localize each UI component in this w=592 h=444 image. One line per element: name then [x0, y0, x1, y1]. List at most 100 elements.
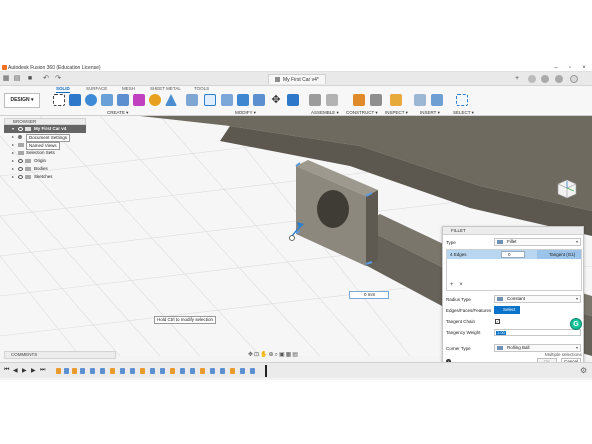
timeline-feature[interactable] — [120, 368, 125, 374]
play-icon[interactable]: ▶ — [22, 367, 27, 374]
browser-item-sketches[interactable]: ▸ Sketches — [4, 173, 86, 181]
tab-tools[interactable]: TOOLS — [194, 86, 209, 92]
form-icon[interactable] — [133, 94, 145, 106]
timeline-feature[interactable] — [230, 368, 235, 374]
tangency-weight-input[interactable]: 1.00 — [494, 329, 581, 336]
expand-icon[interactable]: ▸ — [12, 143, 16, 147]
user-avatar-icon[interactable] — [570, 75, 578, 83]
select-icon[interactable] — [456, 94, 468, 106]
browser-item-selection-sets[interactable]: ▸ Selection Sets — [4, 149, 86, 157]
continuity-dropdown[interactable]: Tangent (G1) — [537, 250, 581, 259]
measure-icon[interactable] — [390, 94, 402, 106]
timeline-feature[interactable] — [210, 368, 215, 374]
fillet-icon[interactable] — [204, 94, 216, 106]
new-component-icon[interactable] — [309, 94, 321, 106]
workspace-switcher[interactable]: DESIGN ▾ — [4, 93, 40, 108]
step-back-icon[interactable]: ◀ — [13, 367, 18, 374]
display-settings-icon[interactable]: ▣ — [279, 352, 286, 358]
timeline-feature[interactable] — [170, 368, 175, 374]
visibility-icon[interactable] — [18, 159, 23, 163]
align-icon[interactable] — [287, 94, 299, 106]
timeline-feature[interactable] — [180, 368, 185, 374]
viewports-icon[interactable]: ▤ — [292, 352, 299, 358]
notifications-icon[interactable] — [541, 75, 549, 83]
edge-radius-input[interactable]: 0 — [501, 251, 525, 258]
tab-sheet-metal[interactable]: SHEET METAL — [150, 86, 181, 92]
expand-icon[interactable]: ▸ — [12, 151, 16, 155]
close-icon[interactable]: × — [578, 64, 590, 72]
visibility-icon[interactable] — [18, 175, 23, 179]
browser-item-origin[interactable]: ▸ Origin — [4, 157, 86, 165]
radius-type-dropdown[interactable]: Constant ▾ — [494, 295, 581, 303]
fast-forward-icon[interactable]: ⏭ — [40, 367, 45, 374]
remove-icon[interactable]: × — [459, 282, 463, 288]
timeline-feature[interactable] — [140, 368, 145, 374]
joint-icon[interactable] — [326, 94, 338, 106]
visibility-icon[interactable] — [18, 167, 23, 171]
help-icon[interactable] — [555, 75, 563, 83]
timeline-feature[interactable] — [110, 368, 115, 374]
document-tab[interactable]: My First Car v4* — [268, 74, 326, 84]
timeline-feature[interactable] — [150, 368, 155, 374]
timeline-feature[interactable] — [90, 368, 95, 374]
expand-icon[interactable]: ▸ — [12, 135, 16, 139]
rewind-icon[interactable]: ⏮ — [4, 367, 9, 374]
undo-icon[interactable]: ↶ — [42, 75, 50, 83]
browser-item-bodies[interactable]: ▸ Bodies — [4, 165, 86, 173]
timeline-feature[interactable] — [130, 368, 135, 374]
grid-icon[interactable]: ▦ — [2, 75, 10, 83]
expand-icon[interactable]: ▸ — [12, 175, 16, 179]
select-edges-button[interactable]: Select — [494, 306, 520, 314]
axis-icon[interactable] — [370, 94, 382, 106]
scale-icon[interactable] — [253, 94, 265, 106]
press-pull-icon[interactable] — [186, 94, 198, 106]
timeline-feature[interactable] — [80, 368, 85, 374]
timeline-feature[interactable] — [160, 368, 165, 374]
timeline-feature[interactable] — [100, 368, 105, 374]
timeline-feature[interactable] — [200, 368, 205, 374]
offset-plane-icon[interactable] — [353, 94, 365, 106]
view-cube-icon[interactable] — [556, 178, 578, 200]
add-icon[interactable]: + — [450, 282, 454, 288]
loft-icon[interactable] — [117, 94, 129, 106]
timeline-feature[interactable] — [64, 368, 69, 374]
comments-panel[interactable]: COMMENTS — [4, 351, 116, 359]
browser-root-item[interactable]: ▾ My First Car v4 — [4, 125, 86, 133]
timeline-gear-icon[interactable]: ⚙ — [580, 366, 587, 375]
maximize-icon[interactable]: ▫ — [564, 64, 576, 72]
add-tab-icon[interactable]: + — [513, 75, 521, 83]
timeline-feature[interactable] — [56, 368, 61, 374]
insert-mesh-icon[interactable] — [414, 94, 426, 106]
timeline-feature[interactable] — [240, 368, 245, 374]
browser-header[interactable]: BROWSER — [4, 118, 86, 125]
tab-solid[interactable]: SOLID — [56, 86, 70, 93]
shell-icon[interactable] — [237, 94, 249, 106]
visibility-icon[interactable] — [18, 127, 23, 131]
expand-icon[interactable]: ▸ — [12, 159, 16, 163]
timeline-marker[interactable] — [265, 365, 267, 377]
decal-icon[interactable] — [431, 94, 443, 106]
move-icon[interactable]: ✥ — [270, 94, 282, 106]
fillet-radius-input[interactable]: 0 mm — [349, 291, 389, 299]
file-icon[interactable]: ▤ — [13, 75, 21, 83]
browser-item-document-settings[interactable]: ▸ Document Settings — [4, 133, 86, 142]
redo-icon[interactable]: ↷ — [54, 75, 62, 83]
sweep-icon[interactable] — [101, 94, 113, 106]
expand-icon[interactable]: ▸ — [12, 167, 16, 171]
save-icon[interactable]: ■ — [26, 75, 34, 83]
create-sketch-icon[interactable] — [53, 94, 65, 106]
revolve-icon[interactable] — [85, 94, 97, 106]
pan-icon[interactable]: ✋ — [260, 352, 268, 358]
sphere-icon[interactable] — [149, 94, 161, 106]
tab-mesh[interactable]: MESH — [122, 86, 135, 92]
step-forward-icon[interactable]: ▶ — [31, 367, 36, 374]
timeline-feature[interactable] — [250, 368, 255, 374]
cone-icon[interactable] — [165, 94, 177, 106]
timeline-feature[interactable] — [72, 368, 77, 374]
type-dropdown[interactable]: Fillet ▾ — [494, 238, 581, 246]
edge-set-row[interactable]: 4 Edges 0 Tangent (G1) — [447, 250, 581, 259]
grammarly-icon[interactable]: G — [570, 318, 582, 330]
extrude-icon[interactable] — [69, 94, 81, 106]
corner-type-dropdown[interactable]: Rolling Ball ▾ — [494, 344, 581, 352]
timeline-feature[interactable] — [220, 368, 225, 374]
